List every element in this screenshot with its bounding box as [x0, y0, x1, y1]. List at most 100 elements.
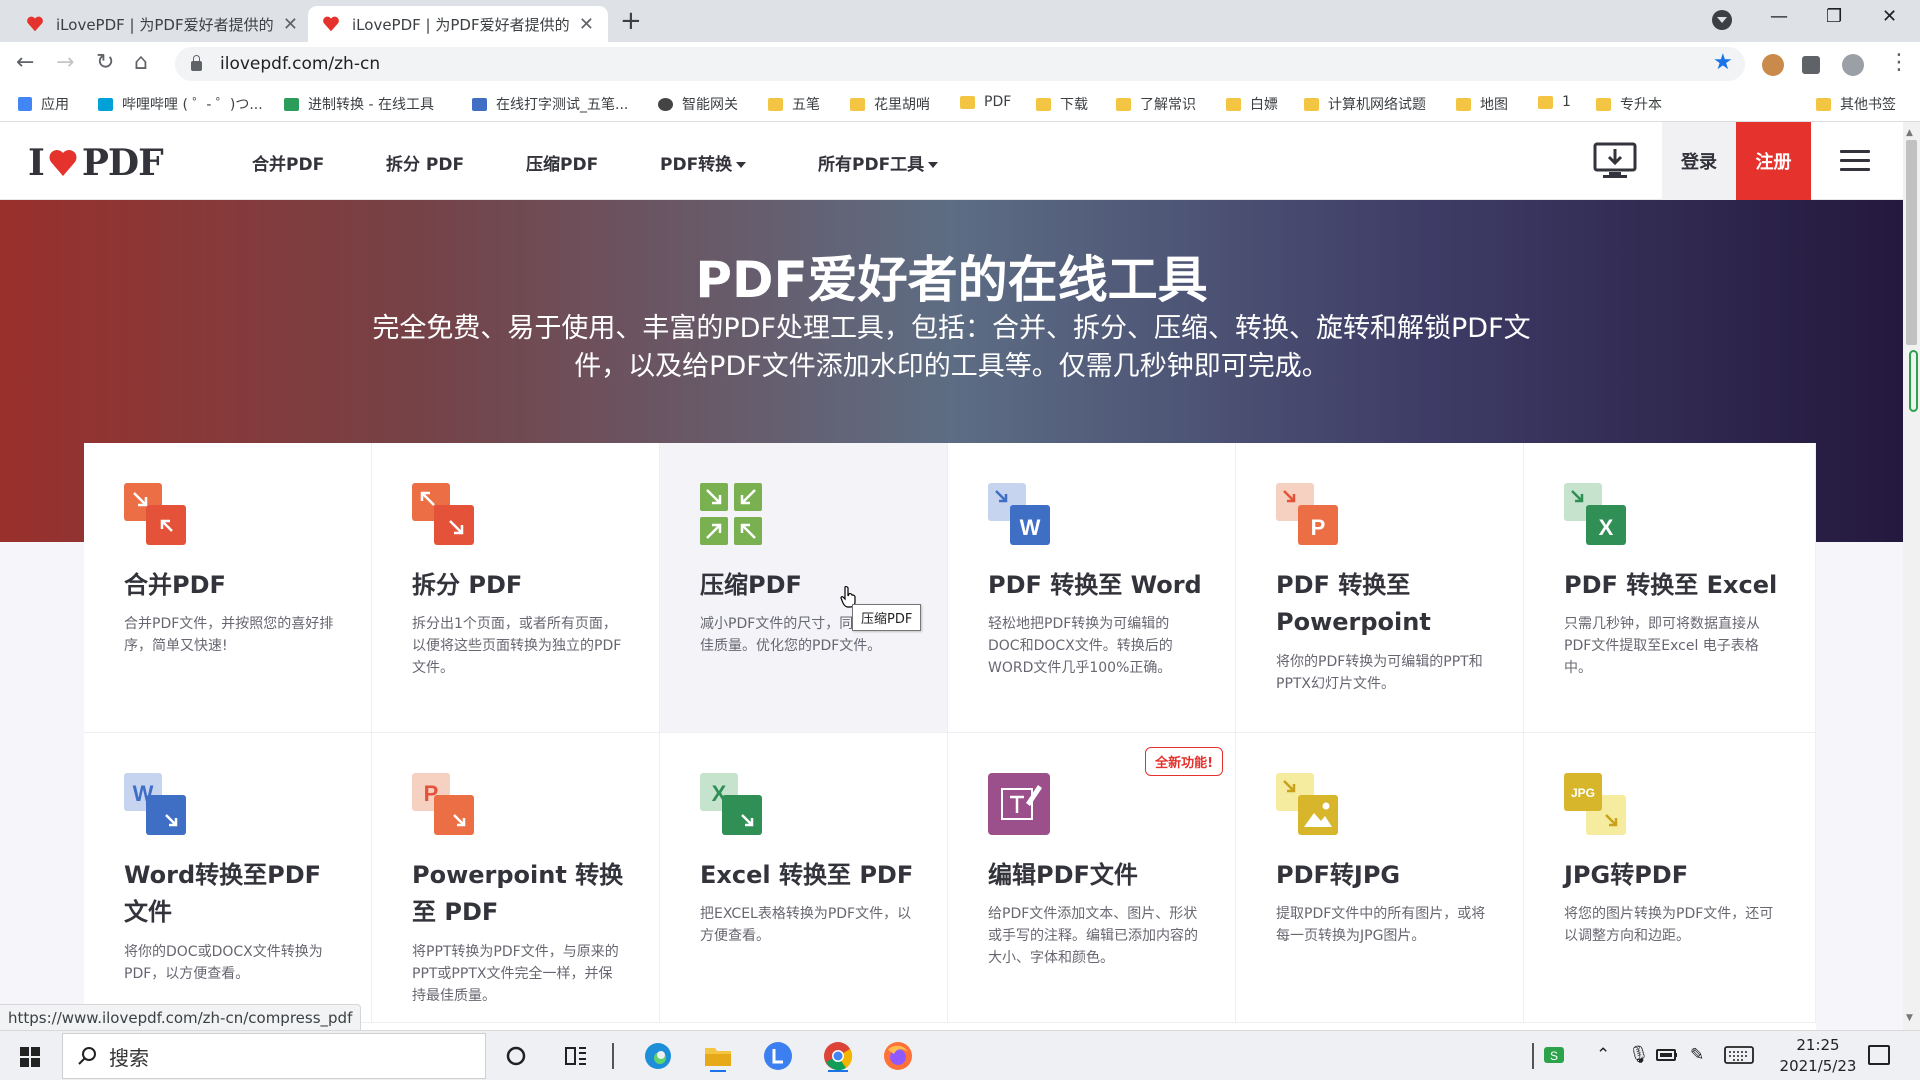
menu-kebab-icon[interactable]: ⋮	[1888, 50, 1910, 75]
folder-icon	[1596, 97, 1611, 111]
pen-icon[interactable]: ✎	[1690, 1045, 1704, 1065]
typing-icon	[472, 97, 487, 111]
nav-all-tools[interactable]: 所有PDF工具	[818, 150, 939, 175]
bookmark-star-icon[interactable]: ★	[1713, 50, 1733, 75]
new-tab-button[interactable]: +	[620, 6, 642, 36]
bookmark-folder[interactable]: 计算机网络试题	[1304, 94, 1426, 114]
tab-search-icon[interactable]	[1712, 10, 1732, 30]
microphone-icon[interactable]: 🎙	[1628, 1045, 1650, 1065]
bookmark-gateway[interactable]: 智能网关	[658, 94, 738, 114]
bookmark-folder[interactable]: PDF	[960, 94, 1011, 110]
tool-title: PDF 转换至 Powerpoint	[1276, 571, 1431, 636]
edge-browser-icon[interactable]	[642, 1040, 674, 1072]
profile-avatar-icon[interactable]	[1842, 54, 1864, 76]
firefox-browser-icon[interactable]	[882, 1040, 914, 1072]
taskbar-search-box[interactable]: 搜索	[62, 1033, 486, 1079]
tool-card-pdf-to-powerpoint[interactable]: P PDF 转换至 Powerpoint 将你的PDF转换为可编辑的PPT和PP…	[1236, 443, 1524, 733]
bookmark-base-convert[interactable]: 进制转换 - 在线工具	[284, 94, 434, 114]
hamburger-menu-icon[interactable]	[1840, 150, 1870, 172]
task-view-icon[interactable]	[560, 1040, 592, 1072]
apps-grid-icon	[18, 97, 32, 111]
hover-tooltip: 压缩PDF	[852, 604, 922, 631]
touch-keyboard-icon[interactable]	[1724, 1045, 1754, 1065]
system-clock[interactable]: 21:25 2021/5/23	[1770, 1035, 1866, 1077]
minimize-icon[interactable]: —	[1770, 6, 1788, 27]
lark-app-icon[interactable]	[762, 1040, 794, 1072]
tool-card-pdf-to-word[interactable]: W PDF 转换至 Word 轻松地把PDF转换为可编辑的DOC和DOCX文件。…	[948, 443, 1236, 733]
scroll-thumb[interactable]	[1906, 140, 1917, 345]
taskbar-divider	[1532, 1043, 1534, 1069]
tool-card-ppt-to-pdf[interactable]: P Powerpoint 转换至 PDF 将PPT转换为PDF文件，与原来的PP…	[372, 733, 660, 1023]
nav-compress-pdf[interactable]: 压缩PDF	[526, 150, 598, 175]
scroll-down-arrow-icon[interactable]: ▼	[1906, 1013, 1913, 1023]
close-tab-icon[interactable]: ✕	[283, 14, 298, 35]
nav-convert-pdf[interactable]: PDF转换	[660, 150, 747, 175]
scroll-up-arrow-icon[interactable]: ▲	[1906, 128, 1913, 138]
tool-title: 压缩PDF	[700, 571, 802, 599]
folder-icon	[850, 97, 865, 111]
tool-description: 只需几秒钟，即可将数据直接从PDF文件提取至Excel 电子表格中。	[1564, 616, 1760, 676]
browser-tab-1[interactable]: iLovePDF | 为PDF爱好者提供的PDF文件在线处理工具 ✕	[12, 6, 312, 42]
folder-icon	[1816, 97, 1831, 111]
input-method-icon[interactable]: S	[1542, 1043, 1566, 1067]
chrome-browser-icon[interactable]	[822, 1040, 854, 1072]
ilovepdf-logo[interactable]: I PDF	[28, 142, 164, 184]
tool-card-jpg-to-pdf[interactable]: JPG JPG转PDF 将您的图片转换为PDF文件，还可以调整方向和边距。	[1524, 733, 1816, 1023]
side-widget-handle[interactable]	[1909, 350, 1918, 412]
bookmark-folder[interactable]: 地图	[1456, 94, 1508, 114]
tool-card-excel-to-pdf[interactable]: X Excel 转换至 PDF 把EXCEL表格转换为PDF文件，以方便查看。	[660, 733, 948, 1023]
desktop-download-icon[interactable]	[1593, 142, 1637, 180]
bookmark-folder[interactable]: 白嫖	[1226, 94, 1278, 114]
ilovepdf-favicon-icon	[27, 16, 43, 32]
windows-start-icon[interactable]	[20, 1047, 40, 1067]
forward-icon[interactable]: →	[56, 50, 74, 75]
bookmark-folder[interactable]: 花里胡哨	[850, 94, 930, 114]
tool-card-merge-pdf[interactable]: 合并PDF 合并PDF文件，并按照您的喜好排序，简单又快速!	[84, 443, 372, 733]
close-tab-icon[interactable]: ✕	[579, 14, 594, 35]
tool-card-word-to-pdf[interactable]: W Word转换至PDF文件 将你的DOC或DOCX文件转换为PDF，以方便查看…	[84, 733, 372, 1023]
browser-toolbar: ← → ↻ ⌂ ilovepdf.com/zh-cn ★ ⋮	[0, 42, 1920, 86]
login-button[interactable]: 登录	[1662, 122, 1736, 200]
puzzle-extensions-icon[interactable]	[1802, 56, 1820, 74]
bookmark-folder[interactable]: 五笔	[768, 94, 820, 114]
nav-merge-pdf[interactable]: 合并PDF	[252, 150, 324, 175]
tool-title: PDF 转换至 Word	[988, 571, 1202, 599]
tool-card-pdf-to-excel[interactable]: X PDF 转换至 Excel 只需几秒钟，即可将数据直接从PDF文件提取至Ex…	[1524, 443, 1816, 733]
bookmark-other[interactable]: 其他书签	[1816, 94, 1896, 114]
close-window-icon[interactable]: ✕	[1882, 6, 1897, 27]
pdf-to-jpg-icon	[1276, 773, 1338, 835]
home-icon[interactable]: ⌂	[134, 50, 148, 75]
bookmark-folder[interactable]: 1	[1538, 94, 1571, 110]
bookmark-apps[interactable]: 应用	[18, 94, 69, 114]
reload-icon[interactable]: ↻	[96, 50, 114, 75]
cortana-icon[interactable]	[500, 1040, 532, 1072]
address-bar[interactable]: ilovepdf.com/zh-cn	[175, 47, 1745, 81]
restore-icon[interactable]: ❐	[1826, 6, 1842, 27]
bookmark-typing-test[interactable]: 在线打字测试_五笔...	[472, 94, 628, 114]
show-hidden-icons-chevron-icon[interactable]: ⌃	[1596, 1045, 1610, 1065]
hero-subtitle: 完全免费、易于使用、丰富的PDF处理工具，包括：合并、拆分、压缩、转换、旋转和解…	[372, 313, 1531, 382]
tool-description: 将你的PDF转换为可编辑的PPT和PPTX幻灯片文件。	[1276, 654, 1483, 692]
excel-icon: X	[1564, 483, 1626, 545]
tool-card-edit-pdf[interactable]: 全新功能! 编辑PDF文件 给PDF文件添加文本、图片、形状或手写的注释。编辑已…	[948, 733, 1236, 1023]
tool-card-pdf-to-jpg[interactable]: PDF转JPG 提取PDF文件中的所有图片，或将每一页转换为JPG图片。	[1236, 733, 1524, 1023]
bookmark-folder[interactable]: 专升本	[1596, 94, 1662, 114]
tool-title: 编辑PDF文件	[988, 861, 1138, 889]
file-explorer-icon[interactable]	[702, 1040, 734, 1072]
folder-icon	[1456, 97, 1471, 111]
jpg-to-pdf-icon: JPG	[1564, 773, 1626, 835]
back-icon[interactable]: ←	[16, 50, 34, 75]
browser-tab-2[interactable]: iLovePDF | 为PDF爱好者提供的PDF文件在线处理工具 ✕	[308, 6, 608, 42]
tool-title: Powerpoint 转换至 PDF	[412, 861, 624, 926]
bookmark-folder[interactable]: 下载	[1036, 94, 1088, 114]
notification-center-icon[interactable]	[1868, 1045, 1890, 1065]
bookmark-folder[interactable]: 了解常识	[1116, 94, 1196, 114]
register-button[interactable]: 注册	[1736, 122, 1811, 200]
tool-card-split-pdf[interactable]: 拆分 PDF 拆分出1个页面，或者所有页面，以便将这些页面转换为独立的PDF文件…	[372, 443, 660, 733]
bookmark-bilibili[interactable]: 哔哩哔哩 ( ゜- ゜)つ...	[98, 94, 263, 114]
nav-split-pdf[interactable]: 拆分 PDF	[386, 150, 464, 175]
extension-icon[interactable]	[1762, 54, 1784, 76]
tool-card-compress-pdf[interactable]: 压缩PDF 减小PDF文件的尺寸，同时保持最佳质量。优化您的PDF文件。	[660, 443, 948, 733]
battery-icon[interactable]	[1656, 1047, 1678, 1063]
new-feature-badge: 全新功能!	[1145, 747, 1223, 776]
